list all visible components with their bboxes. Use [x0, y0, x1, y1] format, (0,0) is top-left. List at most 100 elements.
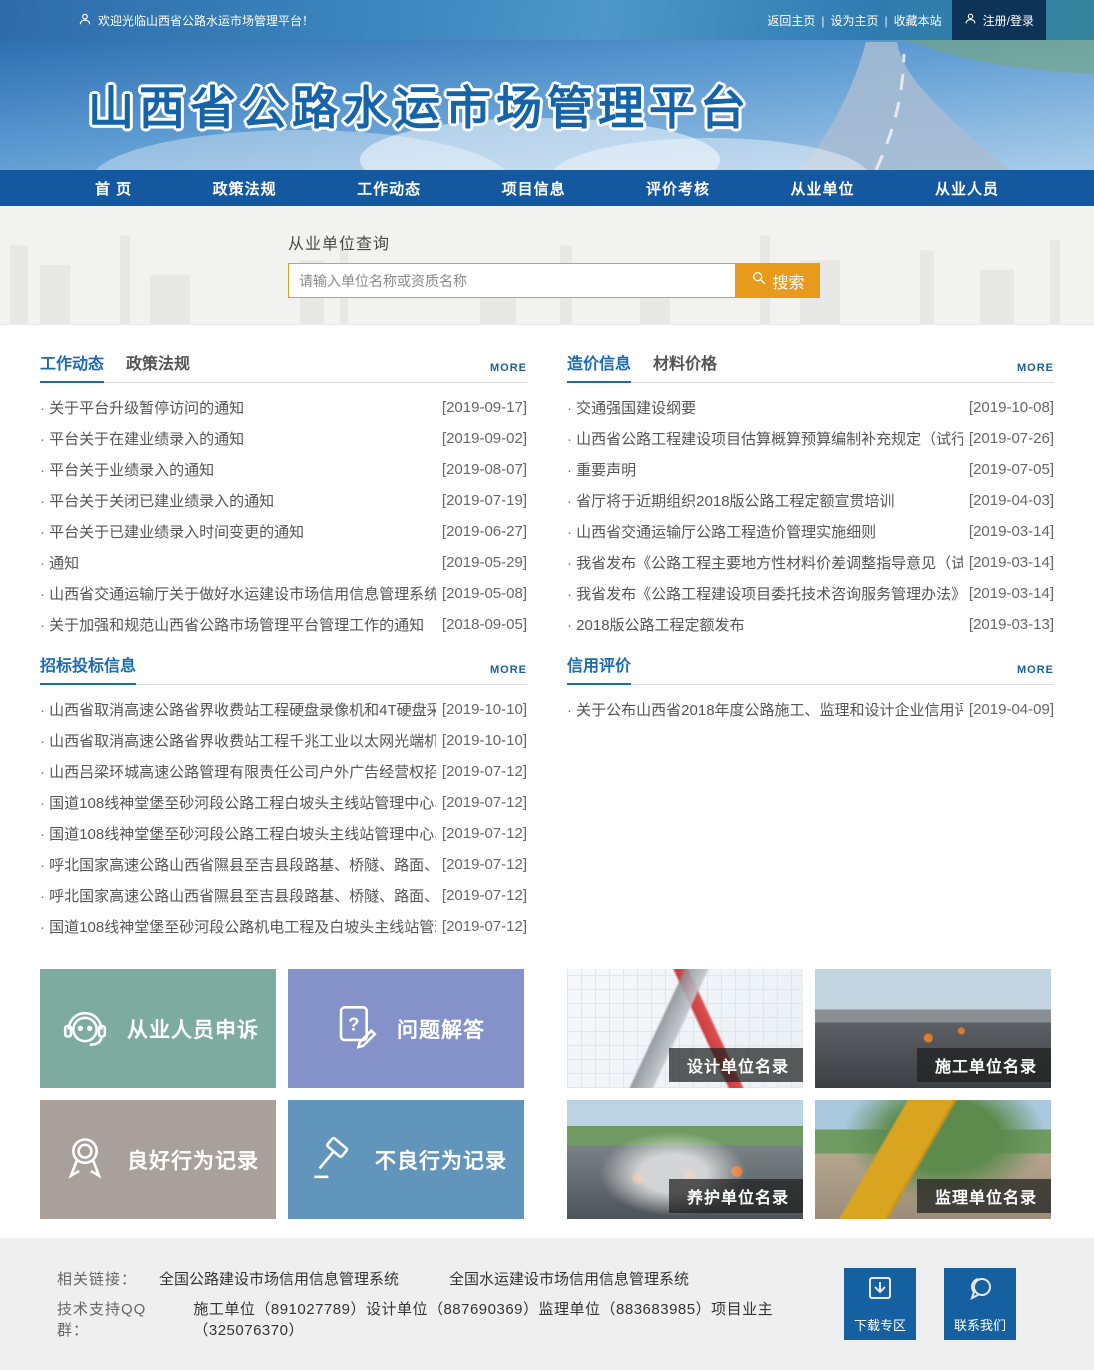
appeal-card[interactable]: 从业人员申诉 — [40, 969, 276, 1088]
news-title-link[interactable]: 呼北国家高速公路山西省隰县至吉县段路基、桥隧、路面、交 — [40, 854, 436, 875]
bid-header: 招标投标信息 MORE — [40, 653, 527, 685]
news-title-link[interactable]: 国道108线神堂堡至砂河段公路工程白坡头主线站管理中心、 — [40, 823, 436, 844]
site-banner: 山西省公路水运市场管理平台 — [0, 40, 1094, 170]
news-title-link[interactable]: 山西省交通运输厅公路工程造价管理实施细则 — [567, 521, 963, 542]
tab-bid-info[interactable]: 招标投标信息 — [40, 652, 136, 685]
news-title-link[interactable]: 山西省公路工程建设项目估算概算预算编制补充规定（试行） — [567, 428, 963, 449]
news-title-link[interactable]: 呼北国家高速公路山西省隰县至吉县段路基、桥隧、路面、交 — [40, 885, 436, 906]
search-button[interactable]: 搜索 — [736, 263, 820, 298]
main-content: 工作动态 政策法规 MORE 关于平台升级暂停访问的通知 [2019-09-17… — [40, 325, 1054, 1219]
credit-list: 关于公布山西省2018年度公路施工、监理和设计企业信用评 [2019-04-09… — [567, 685, 1054, 725]
news-date: [2019-07-12] — [442, 763, 527, 780]
maintenance-directory-card[interactable]: 养护单位名录 — [567, 1100, 803, 1219]
news-date: [2019-07-26] — [969, 430, 1054, 447]
news-title-link[interactable]: 交通强国建设纲要 — [567, 397, 963, 418]
news-title-link[interactable]: 山西省交通运输厅关于做好水运建设市场信用信息管理系统上 — [40, 583, 436, 604]
download-icon — [864, 1274, 896, 1309]
topbar-link[interactable]: 设为主页 — [831, 12, 888, 29]
tab-credit-eval[interactable]: 信用评价 — [567, 652, 631, 685]
news-date: [2019-07-12] — [442, 856, 527, 873]
news-date: [2019-07-12] — [442, 887, 527, 904]
contact-us-button[interactable]: 联系我们 — [944, 1268, 1016, 1340]
news-title-link[interactable]: 山西吕梁环城高速公路管理有限责任公司户外广告经营权招标 — [40, 761, 436, 782]
news-date: [2019-04-03] — [969, 492, 1054, 509]
topbar: 欢迎光临山西省公路水运市场管理平台！ 返回主页 设为主页 收藏本站 注册/登录 — [0, 0, 1094, 40]
nav-item[interactable]: 评价考核 — [646, 178, 710, 199]
national-highway-credit-link[interactable]: 全国公路建设市场信用信息管理系统 — [159, 1268, 399, 1289]
search-button-label: 搜索 — [772, 269, 804, 293]
news-title-link[interactable]: 平台关于关闭已建业绩录入的通知 — [40, 490, 436, 511]
register-login-button[interactable]: 注册/登录 — [952, 0, 1046, 40]
bid-more-link[interactable]: MORE — [490, 664, 527, 684]
question-doc-icon: ? — [327, 998, 383, 1059]
construction-directory-card[interactable]: 施工单位名录 — [815, 969, 1051, 1088]
news-item: 山西省取消高速公路省界收费站工程硬盘录像机和4T硬盘采购 [2019-10-10… — [40, 694, 527, 725]
nav-item[interactable]: 首 页 — [95, 178, 132, 199]
news-item: 我省发布《公路工程主要地方性材料价差调整指导意见（试 [2019-03-14] — [567, 547, 1054, 578]
supervision-directory-card[interactable]: 监理单位名录 — [815, 1100, 1051, 1219]
related-links-label: 相关链接： — [57, 1268, 137, 1289]
credit-more-link[interactable]: MORE — [1017, 664, 1054, 684]
news-date: [2019-10-10] — [442, 732, 527, 749]
news-title-link[interactable]: 山西省取消高速公路省界收费站工程硬盘录像机和4T硬盘采购 — [40, 699, 436, 720]
news-title-link[interactable]: 平台关于业绩录入的通知 — [40, 459, 436, 480]
user-icon — [964, 12, 977, 28]
national-waterway-credit-link[interactable]: 全国水运建设市场信用信息管理系统 — [449, 1268, 689, 1289]
work-news-list: 关于平台升级暂停访问的通知 [2019-09-17] 平台关于在建业绩录入的通知… — [40, 383, 527, 640]
user-icon — [78, 12, 92, 29]
news-title-link[interactable]: 我省发布《公路工程建设项目委托技术咨询服务管理办法》 — [567, 583, 963, 604]
news-date: [2019-08-07] — [442, 461, 527, 478]
news-item: 交通强国建设纲要 [2019-10-08] — [567, 392, 1054, 423]
news-title-link[interactable]: 我省发布《公路工程主要地方性材料价差调整指导意见（试 — [567, 552, 963, 573]
tab-material-price[interactable]: 材料价格 — [653, 350, 717, 382]
news-title-link[interactable]: 关于加强和规范山西省公路市场管理平台管理工作的通知 — [40, 614, 436, 635]
headset-icon — [57, 998, 113, 1059]
news-title-link[interactable]: 重要声明 — [567, 459, 963, 480]
news-item: 平台关于已建业绩录入时间变更的通知 [2019-06-27] — [40, 516, 527, 547]
promo-grid: 从业人员申诉 ? 问题解答 — [40, 969, 527, 1219]
news-item: 平台关于在建业绩录入的通知 [2019-09-02] — [40, 423, 527, 454]
good-record-card[interactable]: 良好行为记录 — [40, 1100, 276, 1219]
news-title-link[interactable]: 平台关于在建业绩录入的通知 — [40, 428, 436, 449]
news-title-link[interactable]: 平台关于已建业绩录入时间变更的通知 — [40, 521, 436, 542]
news-title-link[interactable]: 关于公布山西省2018年度公路施工、监理和设计企业信用评 — [567, 699, 963, 720]
bad-record-card[interactable]: 不良行为记录 — [288, 1100, 524, 1219]
download-zone-button[interactable]: 下载专区 — [844, 1268, 916, 1340]
news-date: [2019-07-12] — [442, 794, 527, 811]
work-more-link[interactable]: MORE — [490, 362, 527, 382]
design-directory-label: 设计单位名录 — [669, 1048, 803, 1082]
news-item: 山西省公路工程建设项目估算概算预算编制补充规定（试行） [2019-07-26] — [567, 423, 1054, 454]
news-date: [2019-09-17] — [442, 399, 527, 416]
news-title-link[interactable]: 国道108线神堂堡至砂河段公路工程白坡头主线站管理中心、 — [40, 792, 436, 813]
topbar-link[interactable]: 返回主页 — [767, 12, 824, 29]
news-title-link[interactable]: 省厅将于近期组织2018版公路工程定额宣贯培训 — [567, 490, 963, 511]
news-title-link[interactable]: 通知 — [40, 552, 436, 573]
cost-more-link[interactable]: MORE — [1017, 362, 1054, 382]
nav-item[interactable]: 从业人员 — [935, 178, 999, 199]
news-title-link[interactable]: 山西省取消高速公路省界收费站工程千兆工业以太网光端机采 — [40, 730, 436, 751]
news-item: 关于加强和规范山西省公路市场管理平台管理工作的通知 [2018-09-05] — [40, 609, 527, 640]
news-item: 呼北国家高速公路山西省隰县至吉县段路基、桥隧、路面、交 [2019-07-12] — [40, 880, 527, 911]
news-item: 通知 [2019-05-29] — [40, 547, 527, 578]
nav-item[interactable]: 项目信息 — [502, 178, 566, 199]
news-date: [2018-09-05] — [442, 616, 527, 633]
tab-cost-info[interactable]: 造价信息 — [567, 350, 631, 383]
news-date: [2019-04-09] — [969, 701, 1054, 718]
design-directory-card[interactable]: 设计单位名录 — [567, 969, 803, 1088]
news-title-link[interactable]: 关于平台升级暂停访问的通知 — [40, 397, 436, 418]
news-item: 重要声明 [2019-07-05] — [567, 454, 1054, 485]
news-item: 国道108线神堂堡至砂河段公路工程白坡头主线站管理中心、 [2019-07-12… — [40, 787, 527, 818]
site-title: 山西省公路水运市场管理平台 — [88, 72, 751, 138]
nav-item[interactable]: 工作动态 — [357, 178, 421, 199]
topbar-links: 返回主页 设为主页 收藏本站 — [767, 12, 941, 29]
tab-policy[interactable]: 政策法规 — [126, 350, 190, 382]
news-title-link[interactable]: 2018版公路工程定额发布 — [567, 614, 963, 635]
nav-item[interactable]: 从业单位 — [791, 178, 855, 199]
topbar-link[interactable]: 收藏本站 — [894, 12, 942, 29]
news-title-link[interactable]: 国道108线神堂堡至砂河段公路机电工程及白坡头主线站管理 — [40, 916, 436, 937]
tab-work-news[interactable]: 工作动态 — [40, 350, 104, 383]
unit-search-input[interactable] — [288, 263, 736, 298]
qa-card[interactable]: ? 问题解答 — [288, 969, 524, 1088]
nav-item[interactable]: 政策法规 — [213, 178, 277, 199]
appeal-label: 从业人员申诉 — [127, 1014, 259, 1044]
